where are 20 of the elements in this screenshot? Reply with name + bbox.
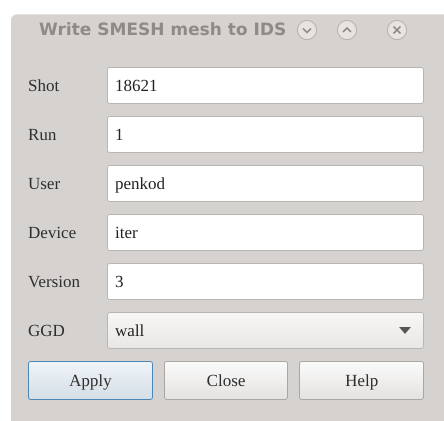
field-label: GGD	[28, 320, 66, 340]
dropdown-arrow-icon	[399, 327, 411, 334]
dialog-button[interactable]: Apply	[28, 361, 153, 400]
field-label: Device	[28, 222, 78, 242]
window-title: Write SMESH mesh to IDS	[39, 20, 286, 40]
minimize-icon[interactable]	[296, 19, 318, 41]
dialog-button[interactable]: Close	[164, 361, 288, 400]
field-label: Shot	[28, 76, 60, 96]
dialog-button[interactable]: Help	[299, 361, 424, 400]
field-label: Version	[28, 272, 81, 292]
input-field[interactable]: 3	[107, 263, 424, 300]
input-field[interactable]: iter	[107, 214, 424, 251]
field-label: User	[28, 174, 62, 194]
close-icon[interactable]	[386, 19, 408, 41]
input-field[interactable]: penkod	[107, 165, 424, 202]
field-label: Run	[28, 124, 58, 144]
input-field[interactable]: 18621	[107, 67, 424, 104]
maximize-icon[interactable]	[336, 19, 358, 41]
ggd-dropdown[interactable]: wall	[107, 312, 424, 349]
input-field[interactable]: 1	[107, 116, 424, 153]
